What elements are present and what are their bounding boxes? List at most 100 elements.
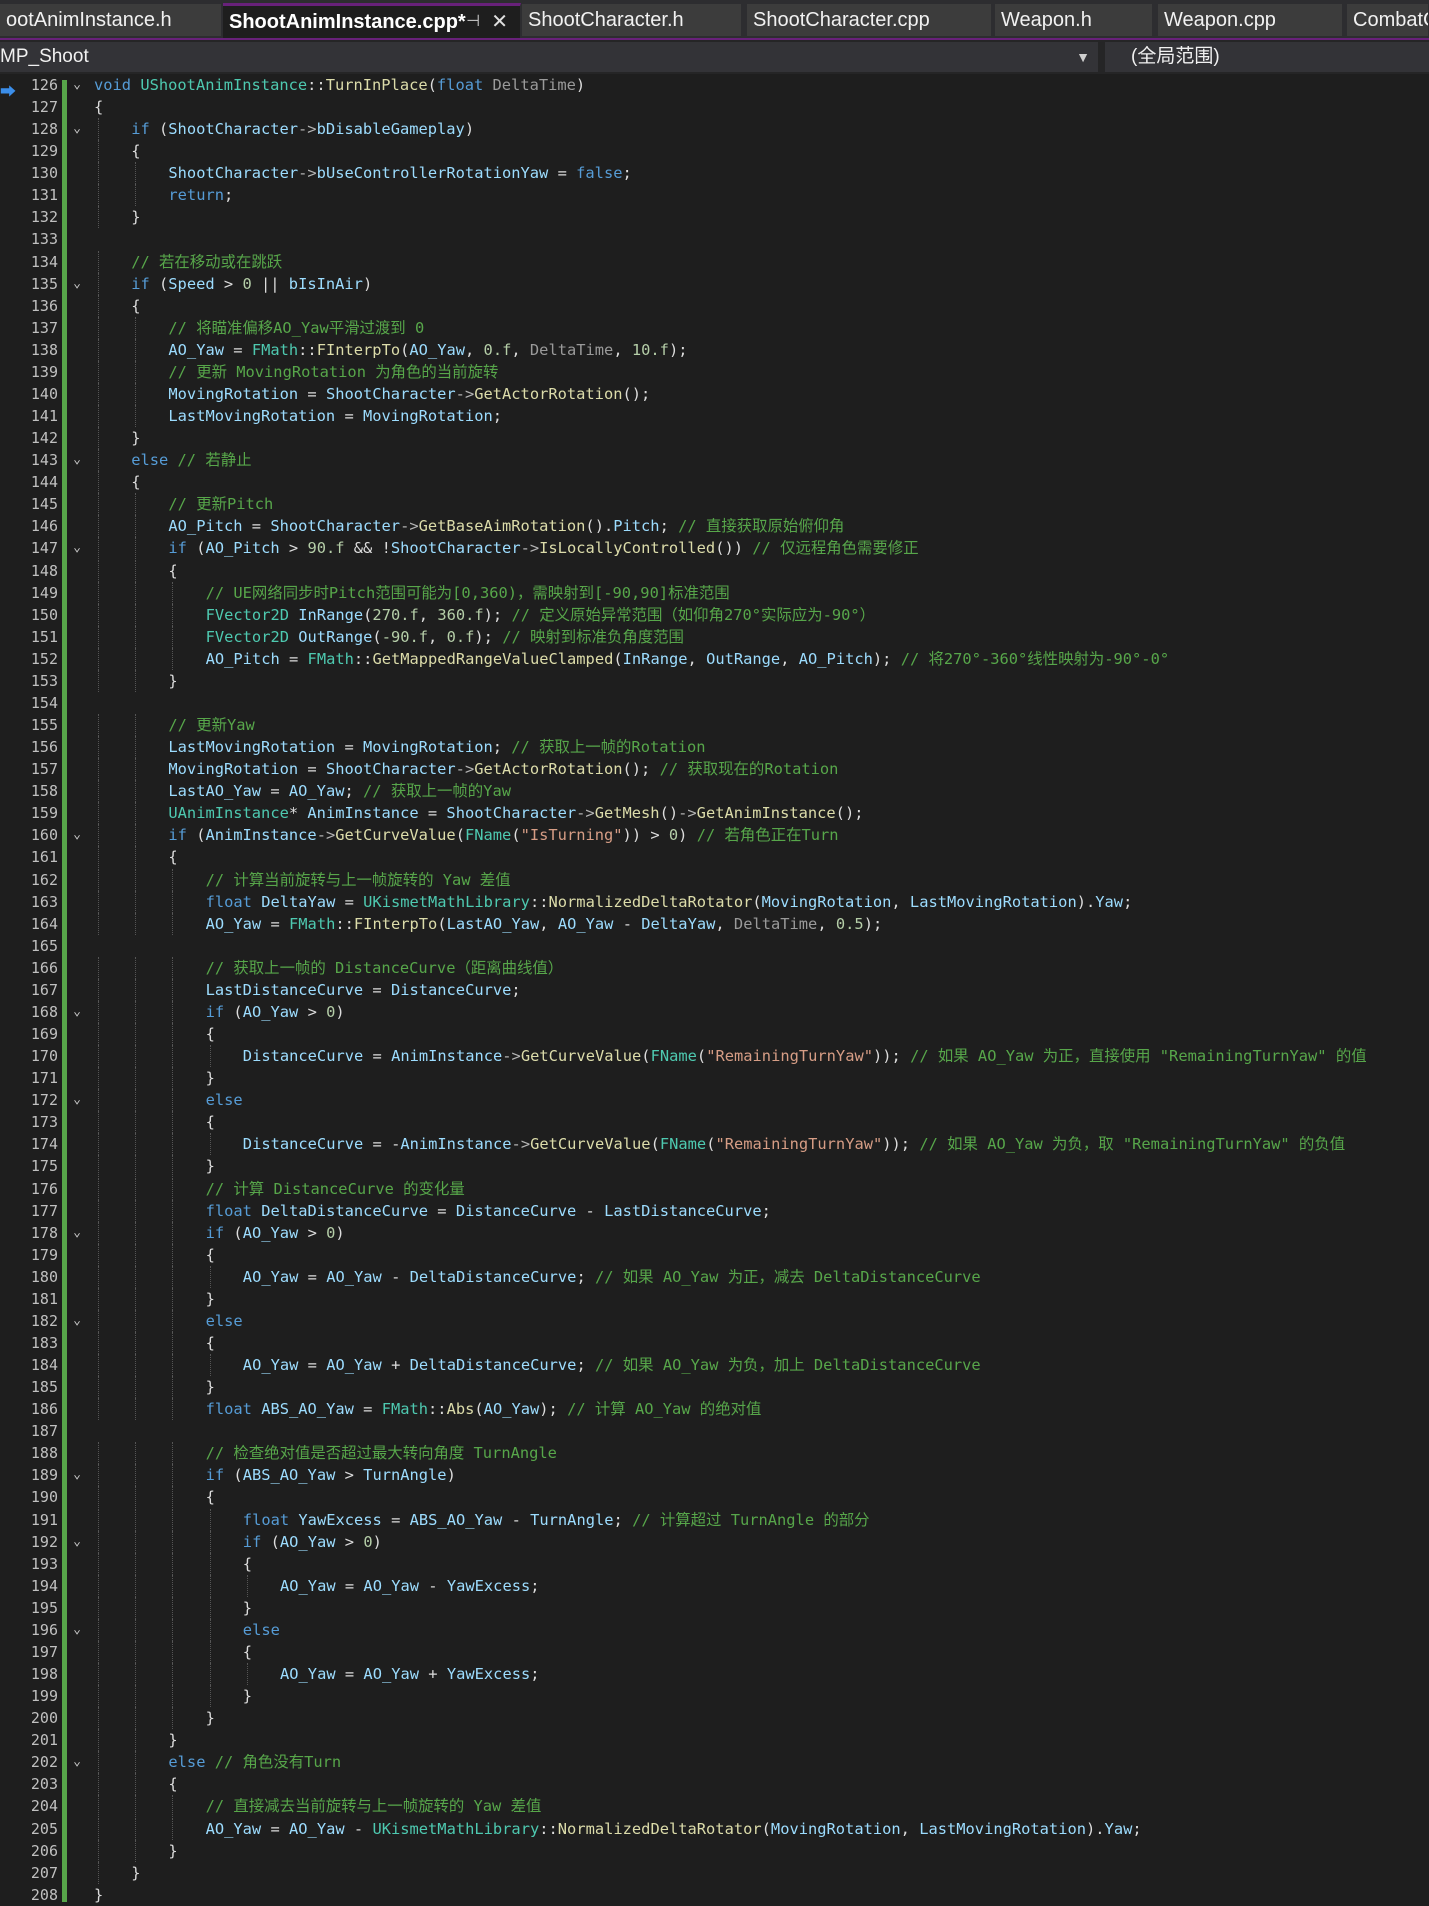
project-dropdown[interactable]: MP_Shoot ▼ xyxy=(0,42,1098,72)
code-line[interactable]: 132} xyxy=(0,206,1429,229)
code-line[interactable]: 127 { xyxy=(0,96,1429,118)
code-line[interactable]: 204 // 直接减去当前旋转与上一帧旋转的 Yaw 差值 xyxy=(0,1795,1429,1818)
code-line[interactable]: 176 // 计算 DistanceCurve 的变化量 xyxy=(0,1177,1429,1200)
fold-chevron-icon[interactable]: ⌄ xyxy=(70,824,84,846)
code-line[interactable]: 200} xyxy=(0,1707,1429,1730)
code-line[interactable]: 193 { xyxy=(0,1552,1429,1575)
code-line[interactable]: 151 FVector2D OutRange(-90.f, 0.f); // 映射… xyxy=(0,625,1429,648)
code-line[interactable]: 180 AO_Yaw = AO_Yaw - DeltaDistanceCurve;… xyxy=(0,1265,1429,1288)
fold-chevron-icon[interactable]: ⌄ xyxy=(70,449,84,471)
code-line[interactable]: 177 float DeltaDistanceCurve = DistanceCu… xyxy=(0,1199,1429,1222)
code-line[interactable]: 172 ⌄ else xyxy=(0,1089,1429,1112)
code-line[interactable]: 181} xyxy=(0,1287,1429,1310)
tab-shootaniminstance-cpp[interactable]: ShootAnimInstance.cpp* ⊣ ✕ xyxy=(223,3,521,38)
code-line[interactable]: 206} xyxy=(0,1839,1429,1862)
code-line[interactable]: 129 { xyxy=(0,140,1429,163)
code-line[interactable]: 145 // 更新Pitch xyxy=(0,493,1429,516)
fold-chevron-icon[interactable]: ⌄ xyxy=(70,273,84,295)
code-line[interactable]: 142} xyxy=(0,427,1429,450)
code-line[interactable]: 148 { xyxy=(0,559,1429,582)
code-line[interactable]: 168 ⌄ if (AO_Yaw > 0) xyxy=(0,1000,1429,1023)
code-line[interactable]: 197 { xyxy=(0,1640,1429,1663)
fold-chevron-icon[interactable]: ⌄ xyxy=(70,1001,84,1023)
code-line[interactable]: 184 AO_Yaw = AO_Yaw + DeltaDistanceCurve;… xyxy=(0,1354,1429,1377)
code-line[interactable]: 143 ⌄ else // 若静止 xyxy=(0,449,1429,472)
code-line[interactable]: 182 ⌄ else xyxy=(0,1309,1429,1332)
code-line[interactable]: 141 LastMovingRotation = MovingRotation; xyxy=(0,405,1429,428)
chevron-down-icon[interactable]: ▼ xyxy=(1076,42,1090,72)
code-line[interactable]: 144 { xyxy=(0,471,1429,494)
code-line[interactable]: 136 { xyxy=(0,294,1429,317)
code-line[interactable]: 203 { xyxy=(0,1773,1429,1796)
fold-chevron-icon[interactable]: ⌄ xyxy=(70,74,84,96)
tab-shootcharacter-cpp[interactable]: ShootCharacter.cpp xyxy=(747,4,992,36)
code-line[interactable]: 131 return; xyxy=(0,184,1429,207)
fold-chevron-icon[interactable]: ⌄ xyxy=(70,1089,84,1111)
code-line[interactable]: 164 AO_Yaw = FMath::FInterpTo(LastAO_Yaw,… xyxy=(0,912,1429,935)
code-line[interactable]: 137 // 将瞄准偏移AO_Yaw平滑过渡到 0 xyxy=(0,316,1429,339)
fold-chevron-icon[interactable]: ⌄ xyxy=(70,1531,84,1553)
code-line[interactable]: 187 xyxy=(0,1420,1429,1442)
code-line[interactable]: 183 { xyxy=(0,1331,1429,1354)
code-line[interactable]: 158 LastAO_Yaw = AO_Yaw; // 获取上一帧的Yaw xyxy=(0,780,1429,803)
tab-weapon-h[interactable]: Weapon.h xyxy=(995,4,1153,36)
code-line[interactable]: 147 ⌄ if (AO_Pitch > 90.f && !ShootCharact… xyxy=(0,537,1429,560)
code-line[interactable]: 152 AO_Pitch = FMath::GetMappedRangeValue… xyxy=(0,647,1429,670)
code-line[interactable]: 128 ⌄ if (ShootCharacter->bDisableGameplay… xyxy=(0,118,1429,141)
code-line[interactable]: 188 // 检查绝对值是否超过最大转向角度 TurnAngle xyxy=(0,1442,1429,1465)
tab-weapon-cpp[interactable]: Weapon.cpp xyxy=(1158,4,1343,36)
code-line[interactable]: 178 ⌄ if (AO_Yaw > 0) xyxy=(0,1221,1429,1244)
close-icon[interactable]: ✕ xyxy=(491,6,508,38)
code-line[interactable]: 167 LastDistanceCurve = DistanceCurve; xyxy=(0,978,1429,1001)
code-line[interactable]: 154 xyxy=(0,692,1429,714)
fold-chevron-icon[interactable]: ⌄ xyxy=(70,1222,84,1244)
code-line[interactable]: 133 xyxy=(0,228,1429,250)
code-line[interactable]: 202 ⌄ else // 角色没有Turn xyxy=(0,1751,1429,1774)
code-line[interactable]: 175} xyxy=(0,1155,1429,1178)
code-line[interactable]: 199} xyxy=(0,1685,1429,1708)
code-line[interactable]: 192 ⌄ if (AO_Yaw > 0) xyxy=(0,1530,1429,1553)
code-line[interactable]: 159 UAnimInstance* AnimInstance = ShootCh… xyxy=(0,802,1429,825)
code-line[interactable]: 194 AO_Yaw = AO_Yaw - YawExcess; xyxy=(0,1574,1429,1597)
code-line[interactable]: 189 ⌄ if (ABS_AO_Yaw > TurnAngle) xyxy=(0,1464,1429,1487)
code-line[interactable]: 138 AO_Yaw = FMath::FInterpTo(AO_Yaw, 0.f… xyxy=(0,338,1429,361)
code-line[interactable]: 155 // 更新Yaw xyxy=(0,714,1429,737)
tab-combat[interactable]: CombatC xyxy=(1347,4,1429,36)
fold-chevron-icon[interactable]: ⌄ xyxy=(70,118,84,140)
fold-chevron-icon[interactable]: ⌄ xyxy=(70,1619,84,1641)
code-line[interactable]: 191 float YawExcess = ABS_AO_Yaw - TurnAn… xyxy=(0,1508,1429,1531)
code-line[interactable]: 186 float ABS_AO_Yaw = FMath::Abs(AO_Yaw)… xyxy=(0,1398,1429,1421)
code-line[interactable]: 149 // UE网络同步时Pitch范围可能为[0,360)，需映射到[-90,… xyxy=(0,581,1429,604)
code-line[interactable]: 170 DistanceCurve = AnimInstance->GetCurv… xyxy=(0,1045,1429,1068)
code-line[interactable]: 153} xyxy=(0,669,1429,692)
code-line[interactable]: 156 LastMovingRotation = MovingRotation; … xyxy=(0,736,1429,759)
code-line[interactable]: 171} xyxy=(0,1067,1429,1090)
code-line[interactable]: 139 // 更新 MovingRotation 为角色的当前旋转 xyxy=(0,360,1429,383)
code-line[interactable]: 135 ⌄ if (Speed > 0 || bIsInAir) xyxy=(0,272,1429,295)
code-line[interactable]: 157 MovingRotation = ShootCharacter->GetA… xyxy=(0,758,1429,781)
code-line[interactable]: 150 FVector2D InRange(270.f, 360.f); // 定… xyxy=(0,603,1429,626)
code-line[interactable]: 126 ⌄ void UShootAnimInstance::TurnInPlace… xyxy=(0,74,1429,96)
fold-chevron-icon[interactable]: ⌄ xyxy=(70,1310,84,1332)
fold-chevron-icon[interactable]: ⌄ xyxy=(70,537,84,559)
code-line[interactable]: 196 ⌄ else xyxy=(0,1618,1429,1641)
code-line[interactable]: 198 AO_Yaw = AO_Yaw + YawExcess; xyxy=(0,1663,1429,1686)
code-line[interactable]: 190 { xyxy=(0,1486,1429,1509)
fold-chevron-icon[interactable]: ⌄ xyxy=(70,1751,84,1773)
fold-chevron-icon[interactable]: ⌄ xyxy=(70,1464,84,1486)
code-line[interactable]: 174 DistanceCurve = -AnimInstance->GetCur… xyxy=(0,1133,1429,1156)
scope-dropdown[interactable]: (全局范围) xyxy=(1105,42,1429,72)
code-line[interactable]: 195} xyxy=(0,1596,1429,1619)
code-line[interactable]: 185} xyxy=(0,1376,1429,1399)
code-editor[interactable]: ⮕ 126 ⌄ void UShootAnimInstance::TurnInPla… xyxy=(0,74,1429,1904)
code-line[interactable]: 179 { xyxy=(0,1243,1429,1266)
code-line[interactable]: 166 // 获取上一帧的 DistanceCurve（距离曲线值） xyxy=(0,956,1429,979)
code-line[interactable]: 169 { xyxy=(0,1023,1429,1045)
code-line[interactable]: 146 AO_Pitch = ShootCharacter->GetBaseAim… xyxy=(0,515,1429,538)
pin-icon[interactable]: ⊣ xyxy=(466,6,480,38)
code-line[interactable]: 173 { xyxy=(0,1111,1429,1134)
code-line[interactable]: 130 ShootCharacter->bUseControllerRotatio… xyxy=(0,162,1429,185)
code-line[interactable]: 205 AO_Yaw = AO_Yaw - UKismetMathLibrary:… xyxy=(0,1817,1429,1840)
tab-shootcharacter-h[interactable]: ShootCharacter.h xyxy=(522,4,742,36)
code-line[interactable]: 162 // 计算当前旋转与上一帧旋转的 Yaw 差值 xyxy=(0,868,1429,891)
